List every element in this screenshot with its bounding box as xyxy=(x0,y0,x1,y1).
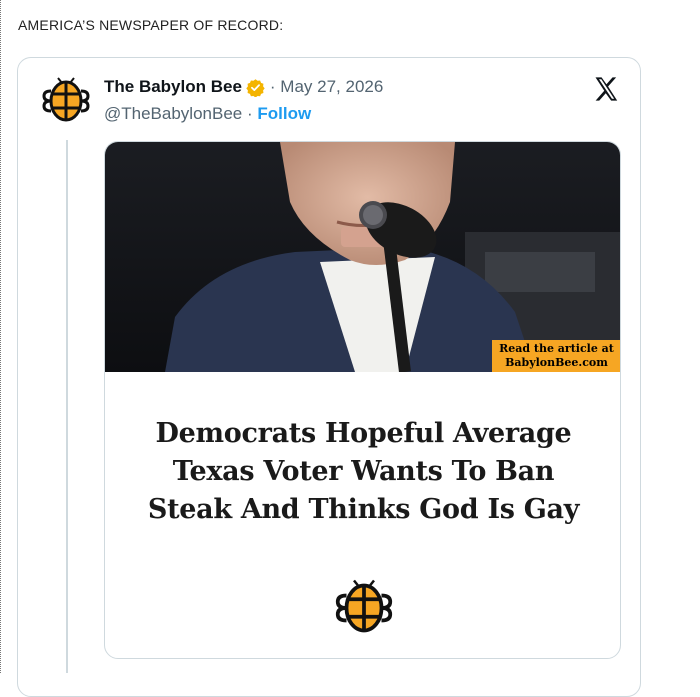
thread-line xyxy=(66,140,68,673)
article-embed-card[interactable]: Read the article at BabylonBee.com Democ… xyxy=(104,141,621,659)
handle-separator: · xyxy=(246,104,253,123)
read-article-line2: BabylonBee.com xyxy=(505,356,608,369)
babylon-bee-logo-icon xyxy=(335,579,393,633)
post-headline: AMERICA’S NEWSPAPER OF RECORD: xyxy=(18,17,284,33)
article-title[interactable]: Democrats Hopeful Average Texas Voter Wa… xyxy=(105,415,620,529)
page-left-border xyxy=(0,0,2,673)
tweet-handle-line: @TheBabylonBee · Follow xyxy=(104,104,311,124)
article-photo xyxy=(105,142,620,372)
article-title-line3: Steak And Thinks God Is Gay xyxy=(147,494,580,525)
verified-badge-icon xyxy=(246,78,265,97)
tweet-author-line: The Babylon Bee · May 27, 2026 xyxy=(104,76,383,98)
tweet-date[interactable]: · May 27, 2026 xyxy=(270,77,383,97)
article-title-line1: Democrats Hopeful Average xyxy=(155,418,572,449)
x-logo-icon[interactable] xyxy=(592,75,620,103)
babylon-bee-avatar-icon[interactable] xyxy=(42,77,90,125)
read-article-line1: Read the article at xyxy=(499,342,614,355)
article-title-line2: Texas Voter Wants To Ban xyxy=(172,456,555,487)
follow-button[interactable]: Follow xyxy=(257,104,311,123)
author-handle[interactable]: @TheBabylonBee xyxy=(104,104,242,123)
read-article-badge[interactable]: Read the article at BabylonBee.com xyxy=(492,340,620,372)
author-name[interactable]: The Babylon Bee xyxy=(104,77,242,97)
